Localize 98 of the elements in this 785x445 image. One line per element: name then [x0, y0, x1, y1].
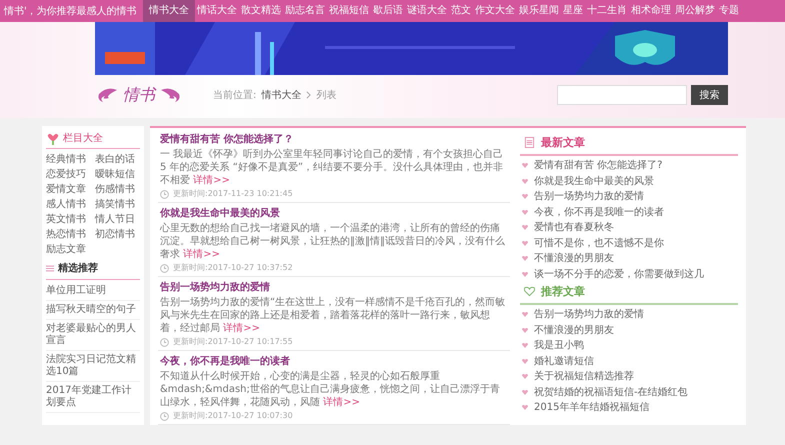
category-link[interactable]: 搞笑情书 — [95, 198, 140, 211]
featured-link[interactable]: 描写秋天晴空的句子 — [46, 301, 140, 320]
section-title: 栏目大全 — [63, 132, 103, 145]
category-link[interactable]: 感人情书 — [46, 198, 91, 211]
nav-link[interactable]: 作文大全 — [472, 0, 517, 22]
article-excerpt: 告别一场势均力敌的爱情“生在这世上，没有一样感情不是千疮百孔的，然而敏风与米先生在回家的路上还是相爱着，踏着落花样的落叶一路行来，敏风想着，经过邮局 详情>> — [160, 296, 506, 335]
article-link[interactable]: 不懂浪漫的男朋友 — [534, 251, 614, 266]
update-time: 更新时间:2017-10-27 10:37:52 — [173, 262, 293, 274]
clock-icon — [160, 264, 169, 272]
article-link[interactable]: 不懂浪漫的男朋友 — [534, 322, 614, 338]
article-title[interactable]: 爱情有甜有苦 你怎能选择了？ — [160, 133, 508, 147]
article-link[interactable]: 关于祝福短信精选推荐 — [534, 369, 634, 384]
nav-link[interactable]: 歇后语 — [370, 0, 405, 22]
heart-icon — [522, 358, 528, 364]
featured-link[interactable]: 对老婆最贴心的男人宣言 — [46, 320, 140, 351]
article-excerpt: 一 我最近《怀孕》听到办公室里年轻同事讨论自己的爱情，有个女孩担心自己 5 年的恋爱关系 “好像不是真爱”，纠结要不要分手。没什么具体理由，也并非不相爱 详情>> — [160, 148, 504, 187]
article-link[interactable]: 婚礼邀请短信 — [534, 354, 594, 369]
nav-link[interactable]: 相术命理 — [628, 0, 673, 22]
category-link[interactable]: 伤感情书 — [95, 183, 140, 196]
nav-link[interactable]: 范文 — [448, 0, 473, 22]
clock-icon — [160, 190, 169, 198]
search-button[interactable]: 搜索 — [691, 85, 728, 105]
clock-icon — [160, 338, 169, 346]
heart-icon — [522, 390, 528, 395]
article-excerpt: 不知道从什么时候开始，心变的满是尘器，轻灵的心如石般厚重&mdash;&mdash;世俗的气息让自己满身疲惫，恍惚之间，让自己漂浮于青山绿水，轻风伴舞，花随风动，风随 详情>> — [160, 370, 501, 409]
category-link[interactable]: 情人节日 — [95, 213, 140, 226]
breadcrumb-link[interactable]: 情书大全 — [261, 88, 302, 102]
nav-link[interactable]: 十二生肖 — [584, 0, 629, 22]
heart-icon — [522, 178, 528, 184]
details-link[interactable]: 详情>> — [183, 249, 220, 260]
heart-icon — [522, 374, 528, 380]
article-link[interactable]: 告别一场势均力敌的爱情 — [534, 307, 644, 322]
category-link[interactable]: 爱情文章 — [46, 183, 91, 196]
heart-icon — [522, 312, 528, 318]
heart-outline-icon — [524, 286, 535, 297]
nav-link[interactable]: 娱乐星闻 — [516, 0, 561, 22]
update-time: 更新时间:2017-11-23 10:21:45 — [173, 188, 293, 200]
featured-link[interactable]: 单位用工证明 — [46, 282, 140, 301]
category-link[interactable]: 英文情书 — [46, 213, 91, 226]
article-link[interactable]: 谈一场不分手的恋爱，你需要做到这几 — [534, 266, 704, 282]
heart-icon — [522, 272, 528, 277]
heart-icon — [522, 194, 528, 200]
details-link[interactable]: 详情>> — [323, 397, 360, 408]
nav-link[interactable]: 专题 — [716, 0, 741, 22]
heart-icon — [522, 163, 528, 168]
section-title: 推荐文章 — [541, 284, 585, 299]
article-title[interactable]: 今夜，你不再是我唯一的读者 — [160, 355, 508, 369]
logo[interactable]: 情书 — [123, 84, 155, 106]
breadcrumb-label: 当前位置: — [213, 88, 256, 102]
document-icon — [524, 137, 535, 148]
article-link[interactable]: 告别一场势均力敌的爱情 — [534, 189, 644, 204]
category-link[interactable]: 表白的话 — [95, 153, 140, 166]
article-link[interactable]: 祝贺结婚的祝福语短信-在结婚红包 — [534, 384, 688, 400]
article-link[interactable]: 爱情也有春夏秋冬 — [534, 220, 614, 236]
update-time: 更新时间:2017-10-27 10:07:30 — [173, 410, 293, 422]
article-title[interactable]: 告别一场势均力敌的爱情 — [160, 281, 508, 295]
search-field[interactable] — [557, 85, 687, 105]
details-link[interactable]: 详情>> — [223, 323, 260, 334]
article-link[interactable]: 爱情有甜有苦 你怎能选择了? — [534, 158, 662, 174]
nav-link[interactable]: 情书大全 — [142, 0, 195, 22]
flower-icon — [46, 131, 60, 145]
nav-link[interactable]: 励志名言 — [282, 0, 327, 22]
featured-link[interactable]: 2017年党建工作计划要点 — [46, 382, 140, 413]
nav-link[interactable]: 周公解梦 — [672, 0, 717, 22]
nav-link[interactable]: 谜语大全 — [404, 0, 449, 22]
site-tagline: 情书'，为你推荐最感人的情书 — [4, 4, 137, 18]
nav-link[interactable]: 星座 — [560, 0, 585, 22]
nav-link[interactable]: 散文精选 — [238, 0, 283, 22]
article-excerpt: 心里无数的想给自己找一堵避风的墙，一个温柔的港湾，让所有的曾经的伤痛沉淀。早就想给自己树一树风景，让狂热的‖激‖情‖诋毁昔日的冷风，没有什么奢求 详情>> — [160, 222, 506, 261]
category-link[interactable]: 恋爱技巧 — [46, 168, 91, 181]
nav-link[interactable]: 情话大全 — [194, 0, 239, 22]
category-link[interactable]: 经典情书 — [46, 153, 91, 166]
category-link[interactable]: 暧昧短信 — [95, 168, 140, 181]
article-link[interactable]: 今夜，你不再是我唯一的读者 — [534, 204, 664, 220]
section-title: 精选推荐 — [58, 262, 98, 275]
heart-icon — [522, 405, 528, 410]
details-link[interactable]: 详情>> — [193, 175, 230, 186]
article-link[interactable]: 2015年羊年结婚祝福短信 — [534, 400, 650, 416]
list-icon — [46, 264, 54, 272]
category-link[interactable]: 热恋情书 — [46, 228, 91, 241]
article-title[interactable]: 你就是我生命中最美的风景 — [160, 207, 508, 221]
article-link[interactable]: 我是丑小鸭 — [534, 338, 584, 354]
heart-icon — [522, 343, 528, 348]
heart-icon — [522, 225, 528, 230]
article-link[interactable]: 可惜不是你，也不遗憾不是你 — [534, 236, 664, 251]
article-link[interactable]: 你就是我生命中最美的风景 — [534, 174, 654, 189]
heart-icon — [522, 210, 528, 215]
section-title: 最新文章 — [541, 135, 585, 150]
featured-link[interactable]: 法院实习日记范文精选10篇 — [46, 351, 140, 382]
update-time: 更新时间:2017-10-27 10:17:55 — [173, 336, 293, 348]
chevron-icon — [306, 91, 312, 99]
heart-icon — [522, 256, 528, 262]
category-link[interactable]: 励志文章 — [46, 243, 91, 256]
category-link[interactable]: 初恋情书 — [95, 228, 140, 241]
heart-icon — [522, 240, 528, 246]
clock-icon — [160, 412, 169, 420]
heart-icon — [522, 328, 528, 333]
nav-link[interactable]: 祝福短信 — [326, 0, 371, 22]
